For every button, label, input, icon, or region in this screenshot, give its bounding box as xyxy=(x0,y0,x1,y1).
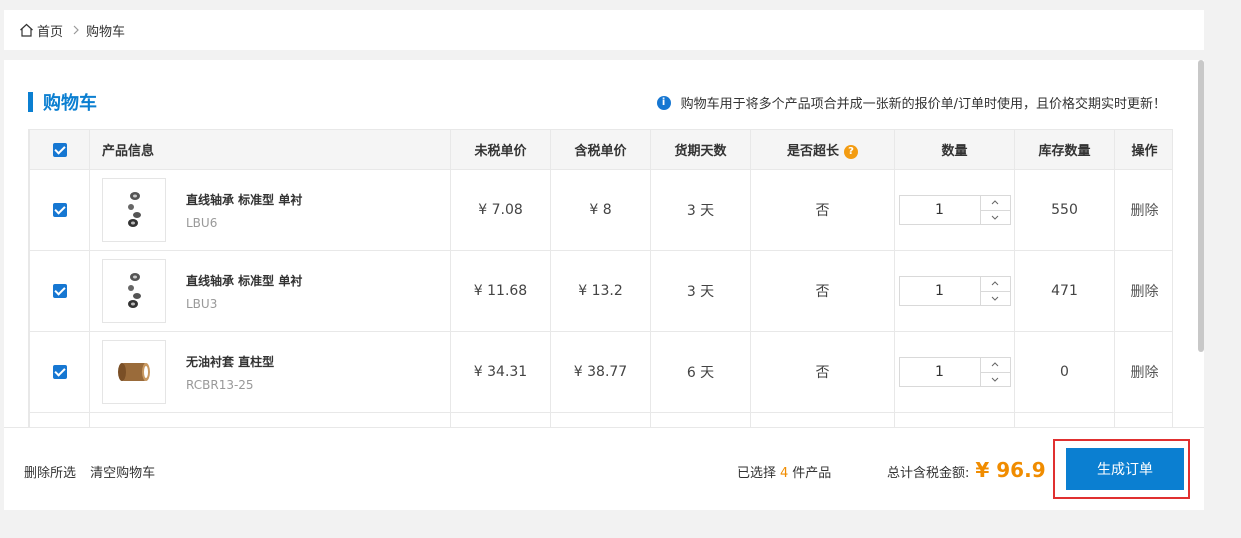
clear-cart-link[interactable]: 清空购物车 xyxy=(90,466,155,481)
selected-count: 4 xyxy=(780,466,789,481)
question-icon[interactable]: ? xyxy=(844,144,858,159)
bearing-icon[interactable] xyxy=(102,259,166,323)
cart-table-container[interactable]: 产品信息 未税单价 含税单价 货期天数 是否超长? 数量 库存数量 操作 直线轴… xyxy=(28,129,1173,427)
header-select-all[interactable] xyxy=(29,129,90,170)
quantity-stepper[interactable]: 1 xyxy=(898,357,1011,387)
scrollbar[interactable] xyxy=(1197,60,1205,427)
stock-qty: 471 xyxy=(1014,250,1115,332)
breadcrumb-home-label: 首页 xyxy=(37,24,64,40)
header-over-length: 是否超长? xyxy=(750,129,895,170)
cart-panel: 购物车 i 购物车用于将多个产品项合并成一张新的报价单/订单时使用，且价格交期实… xyxy=(4,60,1204,510)
product-code: LBU3 xyxy=(186,296,218,311)
unit-price: ¥ 34.31 xyxy=(450,331,551,413)
delete-link[interactable]: 删除 xyxy=(1131,203,1159,219)
title-accent-bar xyxy=(28,92,33,112)
header-days: 货期天数 xyxy=(650,129,751,170)
delete-link[interactable]: 删除 xyxy=(1131,365,1159,381)
selected-summary: 已选择 4 件产品 xyxy=(737,462,831,481)
over-length: 否 xyxy=(750,169,895,251)
quantity-value[interactable]: 1 xyxy=(900,277,980,305)
table-row: 无油衬套 直柱型 RCBR13-25 ¥ 34.31 ¥ 38.77 6 天 否… xyxy=(29,331,1172,413)
cart-notice: i 购物车用于将多个产品项合并成一张新的报价单/订单时使用，且价格交期实时更新！ xyxy=(656,93,1166,112)
delete-link[interactable]: 删除 xyxy=(1131,284,1159,300)
row-checkbox[interactable] xyxy=(52,365,67,379)
chevron-up-icon[interactable] xyxy=(980,196,1010,211)
tax-price: ¥ 13.2 xyxy=(550,250,651,332)
chevron-down-icon[interactable] xyxy=(981,211,1010,225)
select-all-checkbox[interactable] xyxy=(52,142,67,157)
bearing-icon[interactable] xyxy=(102,178,166,242)
over-length: 否 xyxy=(750,331,895,413)
notice-text: 购物车用于将多个产品项合并成一张新的报价单/订单时使用，且价格交期实时更新！ xyxy=(680,97,1166,112)
page-title: 购物车 xyxy=(28,90,97,114)
unit-price: ¥ 11.68 xyxy=(450,250,551,332)
tax-price: ¥ 8 xyxy=(550,169,651,251)
over-length: 否 xyxy=(750,250,895,332)
product-name[interactable]: 直线轴承 标准型 单衬 xyxy=(186,191,302,208)
selected-suffix: 件产品 xyxy=(792,466,832,481)
delete-selected-link[interactable]: 删除所选 xyxy=(24,466,76,481)
table-header: 产品信息 未税单价 含税单价 货期天数 是否超长? 数量 库存数量 操作 xyxy=(29,129,1172,170)
footer-actions: 删除所选 清空购物车 xyxy=(24,462,165,481)
breadcrumb-current: 购物车 xyxy=(86,24,126,40)
header-action: 操作 xyxy=(1114,129,1172,170)
home-icon xyxy=(20,23,33,37)
header-tax-price: 含税单价 xyxy=(550,129,651,170)
stock-qty: 0 xyxy=(1014,331,1115,413)
selected-prefix: 已选择 xyxy=(737,466,777,481)
lead-days: 3 天 xyxy=(650,169,751,251)
product-name[interactable]: 无油衬套 直柱型 xyxy=(186,353,274,370)
header-product: 产品信息 xyxy=(89,129,451,170)
chevron-right-icon xyxy=(73,25,80,35)
unit-price: ¥ 7.08 xyxy=(450,169,551,251)
generate-order-button[interactable]: 生成订单 xyxy=(1066,448,1184,490)
lead-days: 6 天 xyxy=(650,331,751,413)
info-icon: i xyxy=(656,95,671,110)
chevron-down-icon[interactable] xyxy=(981,373,1010,387)
table-row-partial xyxy=(29,412,1172,427)
bushing-icon[interactable] xyxy=(102,340,166,404)
quantity-stepper[interactable]: 1 xyxy=(898,276,1011,306)
table-row: 直线轴承 标准型 单衬 LBU3 ¥ 11.68 ¥ 13.2 3 天 否 1 xyxy=(29,250,1172,332)
quantity-value[interactable]: 1 xyxy=(900,196,980,224)
total-summary: 总计含税金额: ¥ 96.9 xyxy=(887,458,1046,482)
row-checkbox[interactable] xyxy=(52,284,67,298)
row-checkbox[interactable] xyxy=(52,203,67,217)
cart-footer: 删除所选 清空购物车 已选择 4 件产品 总计含税金额: ¥ 96.9 生成订单 xyxy=(4,427,1204,510)
header-stock: 库存数量 xyxy=(1014,129,1115,170)
breadcrumb-home[interactable]: 首页 xyxy=(19,21,63,40)
total-amount: ¥ 96.9 xyxy=(975,458,1046,482)
breadcrumb: 首页 购物车 xyxy=(4,10,1204,50)
chevron-up-icon[interactable] xyxy=(980,358,1010,373)
header-price: 未税单价 xyxy=(450,129,551,170)
chevron-up-icon[interactable] xyxy=(980,277,1010,292)
scrollbar-thumb[interactable] xyxy=(1198,60,1204,352)
header-qty: 数量 xyxy=(894,129,1015,170)
product-name[interactable]: 直线轴承 标准型 单衬 xyxy=(186,272,302,289)
page-title-text: 购物车 xyxy=(43,93,97,114)
lead-days: 3 天 xyxy=(650,250,751,332)
total-label: 总计含税金额: xyxy=(887,466,970,481)
chevron-down-icon[interactable] xyxy=(981,292,1010,306)
cart-table: 产品信息 未税单价 含税单价 货期天数 是否超长? 数量 库存数量 操作 直线轴… xyxy=(29,129,1172,427)
stock-qty: 550 xyxy=(1014,169,1115,251)
quantity-stepper[interactable]: 1 xyxy=(898,195,1011,225)
table-row: 直线轴承 标准型 单衬 LBU6 ¥ 7.08 ¥ 8 3 天 否 1 550 … xyxy=(29,169,1172,251)
product-code: RCBR13-25 xyxy=(186,377,254,392)
header-over-length-label: 是否超长 xyxy=(786,144,839,159)
quantity-value[interactable]: 1 xyxy=(900,358,980,386)
product-code: LBU6 xyxy=(186,215,218,230)
tax-price: ¥ 38.77 xyxy=(550,331,651,413)
